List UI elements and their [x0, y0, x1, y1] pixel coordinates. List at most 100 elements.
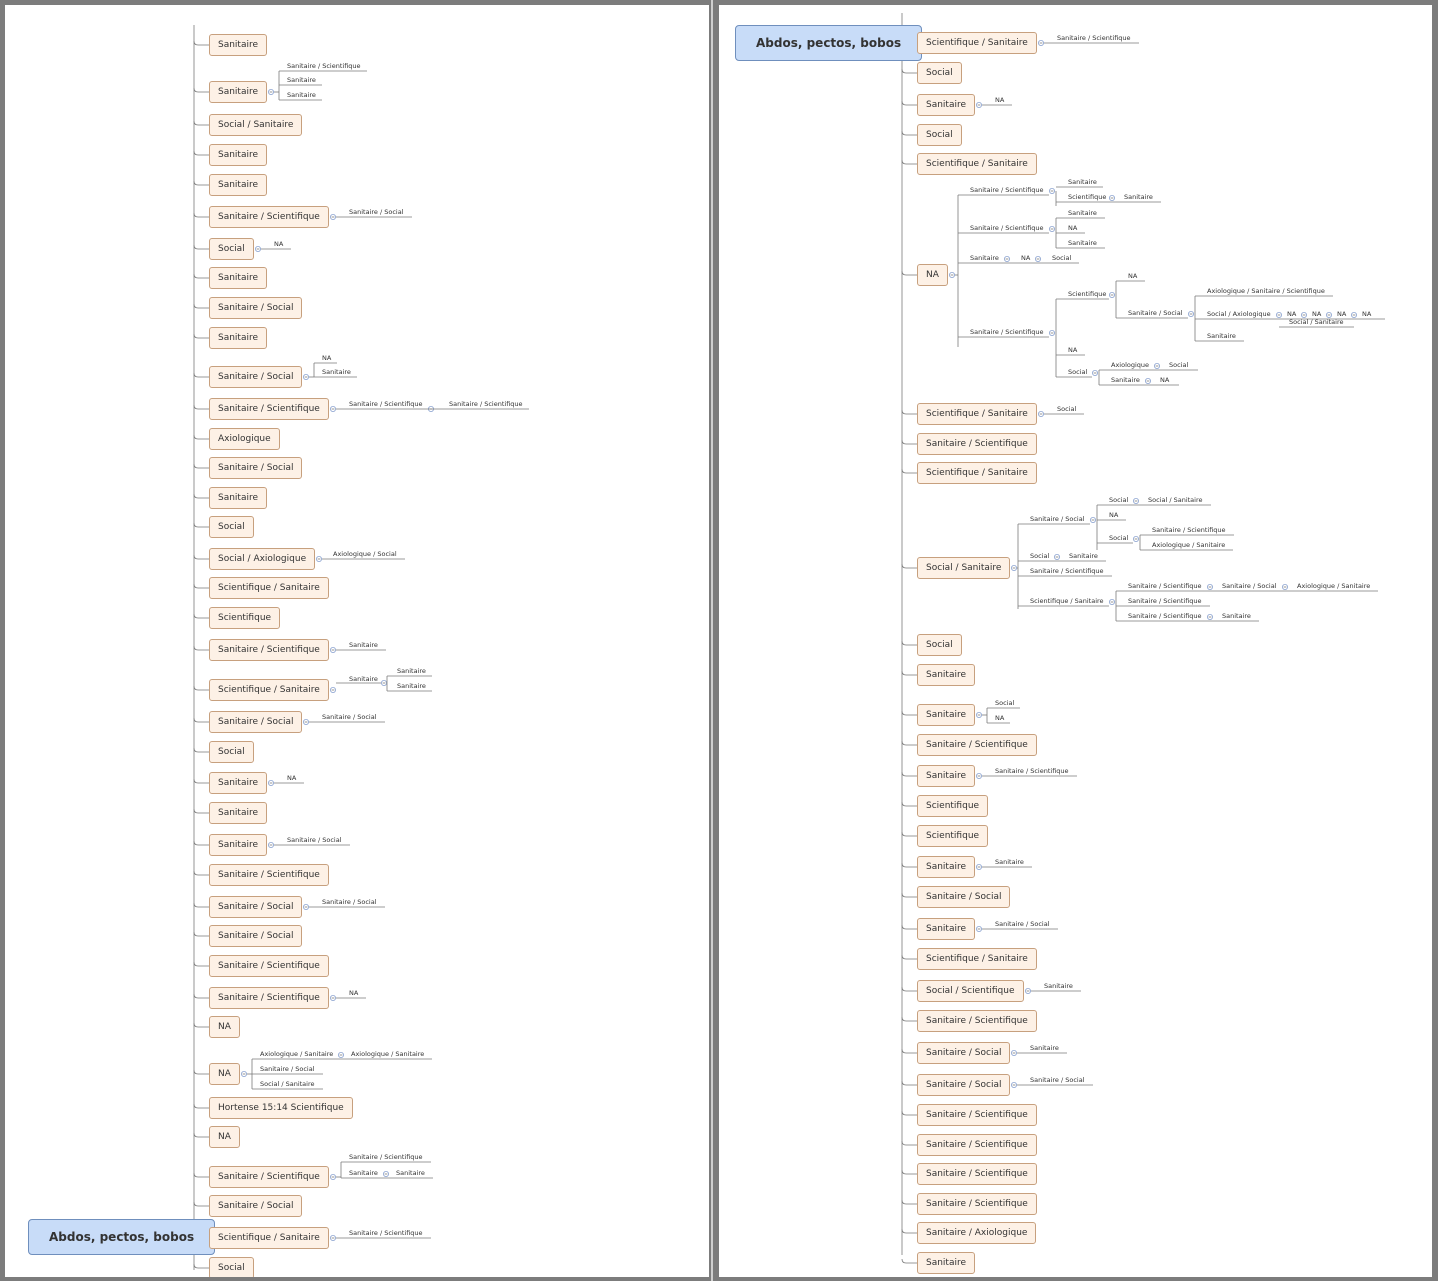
subtopic-label[interactable]: Sanitaire / Social — [349, 208, 404, 217]
subtopic-label[interactable]: Social / Sanitaire — [260, 1080, 315, 1089]
subtopic-label[interactable]: Sanitaire / Social — [1128, 309, 1183, 318]
subtopic-label[interactable]: Sanitaire / Scientifique — [1152, 526, 1226, 535]
subtopic-label[interactable]: Social — [1068, 368, 1087, 377]
topic-node[interactable]: Social / Axiologique — [209, 548, 316, 570]
topic-node[interactable]: Sanitaire / Social — [209, 1195, 303, 1217]
subtopic-label[interactable]: Sanitaire — [287, 91, 316, 100]
topic-node[interactable]: Social / Sanitaire — [209, 114, 303, 136]
topic-node[interactable]: Sanitaire — [209, 34, 268, 56]
subtopic-label[interactable]: Sanitaire / Scientifique — [995, 767, 1069, 776]
subtopic-label[interactable]: Axiologique / Sanitaire — [260, 1050, 333, 1059]
topic-node[interactable]: Sanitaire / Scientifique — [209, 206, 329, 228]
subtopic-label[interactable]: Sanitaire / Social — [1030, 1076, 1085, 1085]
subtopic-label[interactable]: NA — [322, 354, 331, 363]
subtopic-label[interactable]: Social — [1030, 552, 1049, 561]
topic-node[interactable]: Sanitaire / Scientifique — [917, 1010, 1037, 1032]
subtopic-label[interactable]: Sanitaire / Social — [322, 898, 377, 907]
subtopic-label[interactable]: Sanitaire — [397, 682, 426, 691]
subtopic-label[interactable]: NA — [995, 96, 1004, 105]
topic-node[interactable]: Hortense 15:14 Scientifique — [209, 1097, 353, 1119]
topic-node[interactable]: Scientifique / Sanitaire — [917, 462, 1037, 484]
subtopic-label[interactable]: Social — [1052, 254, 1071, 263]
topic-node[interactable]: Sanitaire / Scientifique — [917, 1134, 1037, 1156]
subtopic-label[interactable]: Sanitaire / Scientifique — [1030, 567, 1104, 576]
topic-node[interactable]: Scientifique — [917, 795, 989, 817]
subtopic-label[interactable]: Axiologique / Sanitaire — [1152, 541, 1225, 550]
topic-node[interactable]: Sanitaire / Scientifique — [209, 1166, 329, 1188]
subtopic-label[interactable]: Sanitaire — [1069, 552, 1098, 561]
topic-node[interactable]: Sanitaire / Scientifique — [209, 639, 329, 661]
subtopic-label[interactable]: Sanitaire / Scientifique — [349, 1153, 423, 1162]
topic-node[interactable]: Sanitaire / Social — [209, 896, 303, 918]
topic-node[interactable]: Sanitaire — [209, 834, 268, 856]
subtopic-label[interactable]: Social — [1109, 496, 1128, 505]
subtopic-label[interactable]: Axiologique / Sanitaire — [351, 1050, 424, 1059]
subtopic-label[interactable]: Social / Sanitaire — [1148, 496, 1203, 505]
subtopic-label[interactable]: Sanitaire — [970, 254, 999, 263]
subtopic-label[interactable]: Sanitaire — [349, 675, 378, 684]
subtopic-label[interactable]: Social — [1109, 534, 1128, 543]
subtopic-label[interactable]: Sanitaire — [1068, 209, 1097, 218]
subtopic-label[interactable]: Social — [1169, 361, 1188, 370]
topic-node[interactable]: Scientifique — [209, 607, 281, 629]
subtopic-label[interactable]: NA — [287, 774, 296, 783]
subtopic-label[interactable]: NA — [995, 714, 1004, 723]
topic-node[interactable]: Sanitaire / Social — [209, 297, 303, 319]
topic-node[interactable]: Social — [209, 1257, 254, 1277]
topic-node[interactable]: Sanitaire / Social — [209, 711, 303, 733]
subtopic-label[interactable]: NA — [1109, 511, 1118, 520]
topic-node[interactable]: Scientifique — [917, 825, 989, 847]
subtopic-label[interactable]: Sanitaire / Scientifique — [970, 186, 1044, 195]
subtopic-label[interactable]: Sanitaire / Social — [260, 1065, 315, 1074]
subtopic-label[interactable]: NA — [349, 989, 358, 998]
subtopic-label[interactable]: Axiologique / Sanitaire — [1297, 582, 1370, 591]
subtopic-label[interactable]: Sanitaire — [1068, 178, 1097, 187]
topic-node[interactable]: Sanitaire — [209, 487, 268, 509]
topic-node[interactable]: Axiologique — [209, 428, 280, 450]
subtopic-label[interactable]: Scientifique — [1068, 193, 1106, 202]
topic-node[interactable]: NA — [917, 264, 948, 286]
topic-node[interactable]: Social / Sanitaire — [917, 557, 1011, 579]
subtopic-label[interactable]: NA — [1128, 272, 1137, 281]
subtopic-label[interactable]: Sanitaire — [322, 368, 351, 377]
topic-node[interactable]: Sanitaire — [917, 94, 976, 116]
topic-node[interactable]: Sanitaire — [209, 327, 268, 349]
topic-node[interactable]: Social / Scientifique — [917, 980, 1024, 1002]
subtopic-label[interactable]: Sanitaire / Scientifique — [349, 400, 423, 409]
subtopic-label[interactable]: Sanitaire / Scientifique — [1057, 34, 1131, 43]
topic-node[interactable]: Sanitaire — [917, 856, 976, 878]
topic-node[interactable]: Sanitaire — [917, 704, 976, 726]
subtopic-label[interactable]: Sanitaire — [995, 858, 1024, 867]
subtopic-label[interactable]: Sanitaire — [349, 1169, 378, 1178]
subtopic-label[interactable]: Sanitaire / Scientifique — [1128, 612, 1202, 621]
subtopic-label[interactable]: Sanitaire — [1124, 193, 1153, 202]
topic-node[interactable]: Social — [917, 124, 962, 146]
subtopic-label[interactable]: Social / Sanitaire — [1289, 318, 1344, 327]
topic-node[interactable]: Sanitaire / Social — [917, 1042, 1011, 1064]
topic-node[interactable]: Social — [917, 62, 962, 84]
topic-node[interactable]: Sanitaire / Scientifique — [917, 433, 1037, 455]
topic-node[interactable]: Sanitaire / Scientifique — [209, 987, 329, 1009]
topic-node[interactable]: Social — [209, 741, 254, 763]
subtopic-label[interactable]: NA — [1160, 376, 1169, 385]
topic-node[interactable]: Sanitaire / Social — [917, 1074, 1011, 1096]
topic-node[interactable]: Social — [209, 238, 254, 260]
subtopic-label[interactable]: Sanitaire — [1222, 612, 1251, 621]
topic-node[interactable]: Sanitaire / Scientifique — [917, 1104, 1037, 1126]
subtopic-label[interactable]: Sanitaire — [1068, 239, 1097, 248]
subtopic-label[interactable]: Sanitaire / Scientifique — [349, 1229, 423, 1238]
topic-node[interactable]: Sanitaire / Axiologique — [917, 1222, 1037, 1244]
topic-node[interactable]: Sanitaire — [209, 81, 268, 103]
topic-node[interactable]: Sanitaire / Social — [209, 457, 303, 479]
subtopic-label[interactable]: Sanitaire / Scientifique — [287, 62, 361, 71]
subtopic-label[interactable]: Sanitaire / Scientifique — [1128, 582, 1202, 591]
topic-node[interactable]: NA — [209, 1126, 240, 1148]
subtopic-label[interactable]: NA — [274, 240, 283, 249]
subtopic-label[interactable]: Axiologique / Social — [333, 550, 397, 559]
topic-node[interactable]: Sanitaire — [917, 1252, 976, 1274]
subtopic-label[interactable]: Sanitaire — [397, 667, 426, 676]
topic-node[interactable]: Scientifique / Sanitaire — [209, 577, 329, 599]
topic-node[interactable]: Scientifique / Sanitaire — [917, 32, 1037, 54]
topic-node[interactable]: Sanitaire / Scientifique — [209, 398, 329, 420]
subtopic-label[interactable]: Social — [995, 699, 1014, 708]
